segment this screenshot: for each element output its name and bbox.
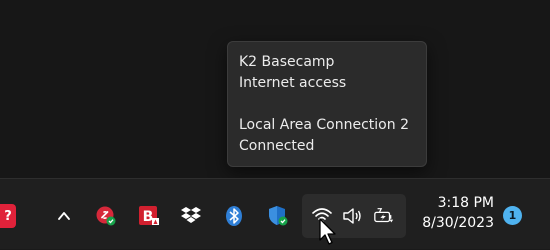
windows-security-icon[interactable] bbox=[267, 205, 289, 227]
tooltip-connection-name: Local Area Connection 2 bbox=[239, 117, 409, 133]
tooltip-network-status: Internet access bbox=[239, 75, 347, 91]
mouse-cursor-icon bbox=[318, 218, 338, 246]
clock-date: 8/30/2023 bbox=[422, 215, 494, 231]
clock-time: 3:18 PM bbox=[437, 195, 494, 211]
bitdefender-icon[interactable]: B bbox=[138, 205, 160, 227]
tooltip-network-name: K2 Basecamp bbox=[239, 54, 335, 70]
notification-count: 1 bbox=[508, 209, 517, 222]
bluetooth-icon[interactable] bbox=[223, 205, 245, 227]
tooltip-connection-status: Connected bbox=[239, 138, 315, 154]
taskbar: ? B 3:18 PM 8/30/2023 1 bbox=[0, 178, 550, 249]
volume-icon bbox=[342, 205, 364, 227]
dropbox-icon[interactable] bbox=[180, 205, 202, 227]
chevron-up-icon[interactable] bbox=[53, 205, 75, 227]
network-tooltip: K2 Basecamp Internet access Local Area C… bbox=[227, 41, 427, 167]
svg-text:B: B bbox=[143, 209, 154, 225]
battery-charging-icon bbox=[373, 205, 395, 227]
notification-badge[interactable]: 1 bbox=[503, 206, 522, 225]
system-clock[interactable]: 3:18 PM 8/30/2023 bbox=[418, 193, 494, 233]
lastpass-icon[interactable] bbox=[95, 205, 117, 227]
pinned-app-button[interactable]: ? bbox=[0, 204, 16, 228]
pinned-app-glyph: ? bbox=[4, 208, 12, 224]
